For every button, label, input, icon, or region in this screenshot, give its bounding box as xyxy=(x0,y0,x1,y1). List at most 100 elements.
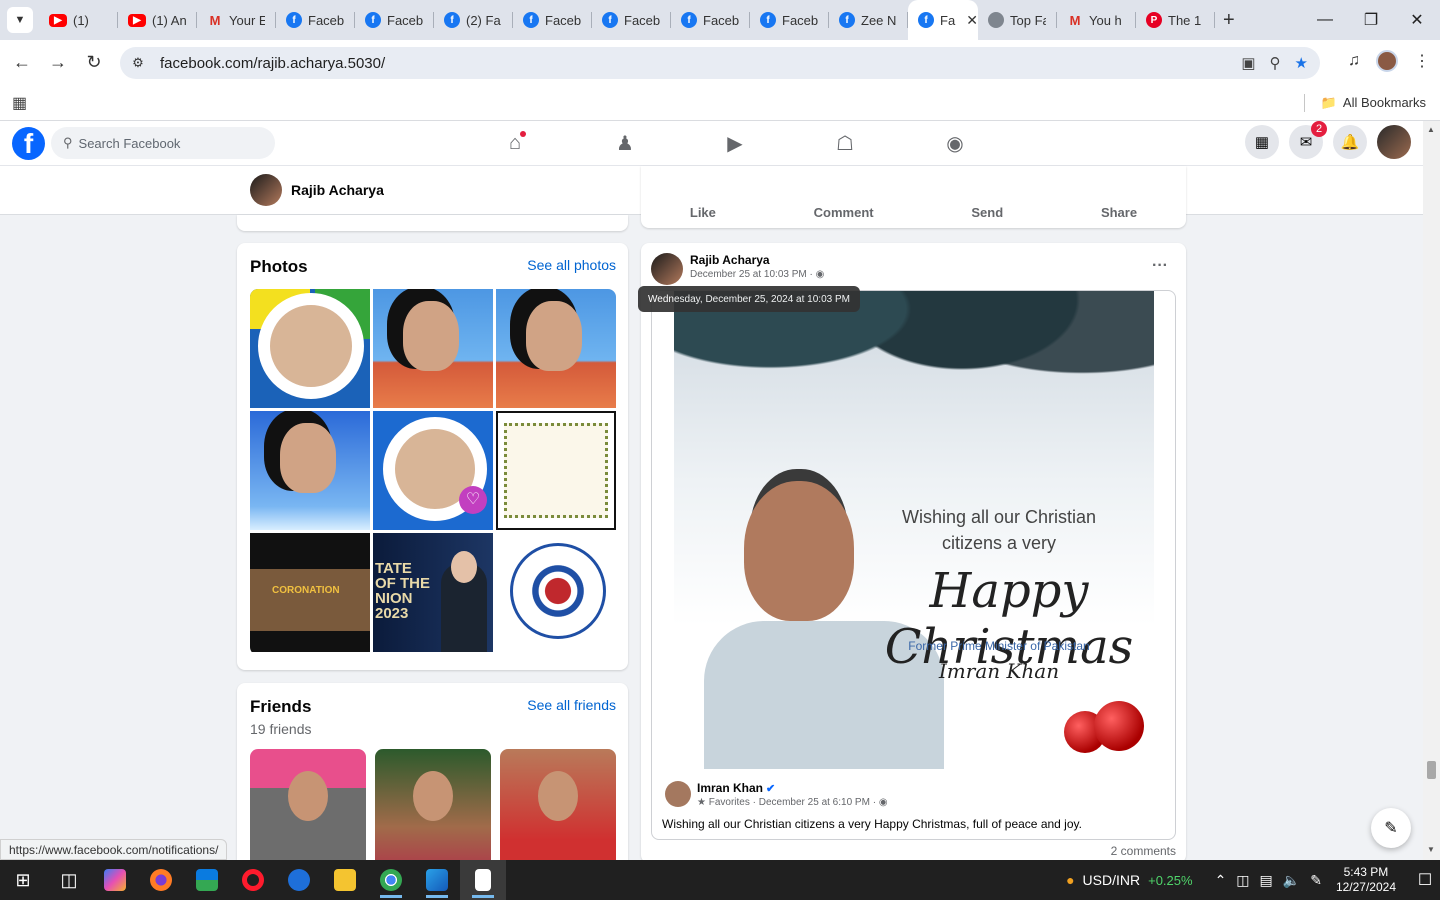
media-control-icon[interactable]: ♫ xyxy=(1348,52,1360,70)
reload-button[interactable]: ↻ xyxy=(76,52,112,73)
back-button[interactable]: ← xyxy=(4,52,40,73)
browser-tab[interactable]: f Fa ✕ xyxy=(908,0,978,40)
install-app-icon[interactable]: ▣ xyxy=(1241,54,1255,72)
store-icon[interactable] xyxy=(184,860,230,900)
photo-tile[interactable] xyxy=(496,411,616,530)
url-text[interactable]: facebook.com/rajib.acharya.5030/ xyxy=(160,55,385,72)
browser-tab[interactable]: f (2) Fa xyxy=(434,0,513,40)
comments-count-link[interactable]: 2 comments xyxy=(1111,844,1176,858)
browser-profile-avatar[interactable] xyxy=(1376,50,1398,72)
account-avatar[interactable] xyxy=(1377,125,1411,159)
scroll-down-arrow-icon[interactable]: ▼ xyxy=(1427,845,1435,854)
browser-tab[interactable]: Top Fa xyxy=(978,0,1057,40)
profile-avatar[interactable] xyxy=(250,174,282,206)
start-windows-icon[interactable]: ⊞ xyxy=(0,860,46,900)
browser-tab[interactable]: f Faceb xyxy=(671,0,750,40)
network-icon[interactable]: ▤ xyxy=(1260,872,1273,889)
site-info-icon[interactable]: ⚙ xyxy=(124,55,152,71)
send-button[interactable]: Send xyxy=(971,205,1003,220)
video-icon[interactable]: ▶ xyxy=(680,121,790,166)
scroll-up-arrow-icon[interactable]: ▲ xyxy=(1427,125,1435,134)
close-tab-icon[interactable]: ✕ xyxy=(966,12,978,29)
ornament-ball xyxy=(1094,701,1144,751)
tab-search-button[interactable]: ▼ xyxy=(7,7,33,33)
maximize-button[interactable]: ❐ xyxy=(1348,10,1394,30)
new-tab-button[interactable]: + xyxy=(1223,9,1235,32)
close-window-button[interactable]: ✕ xyxy=(1394,10,1440,30)
currency-widget[interactable]: ● USD/INR +0.25% xyxy=(1066,872,1192,888)
shared-author-avatar[interactable] xyxy=(665,781,691,807)
app-icon[interactable] xyxy=(276,860,322,900)
all-bookmarks-link[interactable]: All Bookmarks xyxy=(1343,95,1426,110)
comment-button[interactable]: Comment xyxy=(814,205,874,220)
search-input[interactable] xyxy=(78,135,249,151)
photo-tile[interactable]: CORONATION xyxy=(250,533,370,652)
facebook-logo[interactable]: f xyxy=(12,126,45,160)
apps-grid-icon[interactable]: ▦ xyxy=(12,93,27,113)
notepad-icon[interactable] xyxy=(460,860,506,900)
file-explorer-icon[interactable] xyxy=(322,860,368,900)
shared-post[interactable]: Wishing all our Christian citizens a ver… xyxy=(651,290,1176,840)
photos-app-icon[interactable] xyxy=(414,860,460,900)
share-button[interactable]: Share xyxy=(1101,205,1137,220)
photo-tile[interactable] xyxy=(496,289,616,408)
chrome-icon[interactable] xyxy=(368,860,414,900)
firefox-icon[interactable] xyxy=(138,860,184,900)
notification-center-icon[interactable]: ☐ xyxy=(1410,870,1440,890)
see-all-photos-link[interactable]: See all photos xyxy=(527,257,616,273)
notifications-bell-icon[interactable]: 🔔 xyxy=(1333,125,1367,159)
page-scrollbar[interactable]: ▲ ▼ xyxy=(1423,121,1440,860)
browser-tab[interactable]: f Zee N xyxy=(829,0,908,40)
forward-button[interactable]: → xyxy=(40,52,76,73)
post-timestamp[interactable]: December 25 at 10:03 PM · ◉ xyxy=(690,269,824,280)
browser-tab[interactable]: M Your E xyxy=(197,0,276,40)
marketplace-icon[interactable]: ☖ xyxy=(790,121,900,166)
browser-menu-icon[interactable]: ⋮ xyxy=(1414,51,1430,71)
like-button[interactable]: Like xyxy=(690,205,716,220)
photo-tile[interactable] xyxy=(496,533,616,652)
post-date-text: December 25 at 10:03 PM · xyxy=(690,269,813,280)
pen-icon[interactable]: ✎ xyxy=(1310,872,1322,889)
photo-tile[interactable] xyxy=(250,289,370,408)
task-view-icon[interactable]: ◫ xyxy=(46,860,92,900)
photo-tile[interactable]: ♡ xyxy=(373,411,493,530)
browser-tab[interactable]: ▶ (1) An xyxy=(118,0,197,40)
christmas-greeting-image[interactable]: Wishing all our Christian citizens a ver… xyxy=(674,291,1154,769)
volume-icon[interactable]: 🔈 xyxy=(1283,872,1300,889)
browser-tab[interactable]: f Faceb xyxy=(592,0,671,40)
profile-name[interactable]: Rajib Acharya xyxy=(291,182,384,198)
shared-author-name[interactable]: Imran Khan ✔ xyxy=(697,781,775,795)
photo-tile[interactable] xyxy=(373,289,493,408)
friends-icon[interactable]: ♟ xyxy=(570,121,680,166)
browser-tab[interactable]: ▶ (1) xyxy=(39,0,118,40)
messenger-icon[interactable]: ✉ 2 xyxy=(1289,121,1327,159)
friends-count: 19 friends xyxy=(250,721,312,737)
see-all-friends-link[interactable]: See all friends xyxy=(527,697,616,713)
post-author-name[interactable]: Rajib Acharya xyxy=(690,253,770,267)
groups-icon[interactable]: ◉ xyxy=(900,121,1010,166)
opera-icon[interactable] xyxy=(230,860,276,900)
browser-tab[interactable]: M You h xyxy=(1057,0,1136,40)
browser-tab[interactable]: f Faceb xyxy=(355,0,434,40)
new-message-compose-icon[interactable]: ✎ xyxy=(1371,808,1411,848)
device-icon[interactable]: ◫ xyxy=(1236,872,1249,889)
zoom-icon[interactable]: ⚲ xyxy=(1270,54,1281,72)
browser-tab[interactable]: P The 1 xyxy=(1136,0,1215,40)
minimize-button[interactable]: — xyxy=(1302,11,1348,29)
facebook-search-box[interactable]: ⚲ xyxy=(51,127,275,159)
system-clock[interactable]: 5:43 PM 12/27/2024 xyxy=(1336,865,1396,895)
home-icon[interactable]: ⌂ xyxy=(460,121,570,166)
browser-tab[interactable]: f Faceb xyxy=(513,0,592,40)
bookmark-star-icon[interactable]: ★ xyxy=(1295,54,1308,72)
chevron-up-icon[interactable]: ⌃ xyxy=(1215,872,1227,889)
omnibox[interactable]: ⚙ facebook.com/rajib.acharya.5030/ ▣ ⚲ ★ xyxy=(120,47,1320,79)
copilot-icon[interactable] xyxy=(92,860,138,900)
photo-tile[interactable]: TATE OF THE NION 2023 xyxy=(373,533,493,652)
browser-tab[interactable]: f Faceb xyxy=(276,0,355,40)
browser-tab[interactable]: f Faceb xyxy=(750,0,829,40)
menu-grid-icon[interactable]: ▦ xyxy=(1245,125,1279,159)
photo-tile[interactable] xyxy=(250,411,370,530)
post-options-icon[interactable]: ··· xyxy=(1152,257,1168,275)
scrollbar-thumb[interactable] xyxy=(1427,761,1436,779)
post-author-avatar[interactable] xyxy=(651,253,683,285)
